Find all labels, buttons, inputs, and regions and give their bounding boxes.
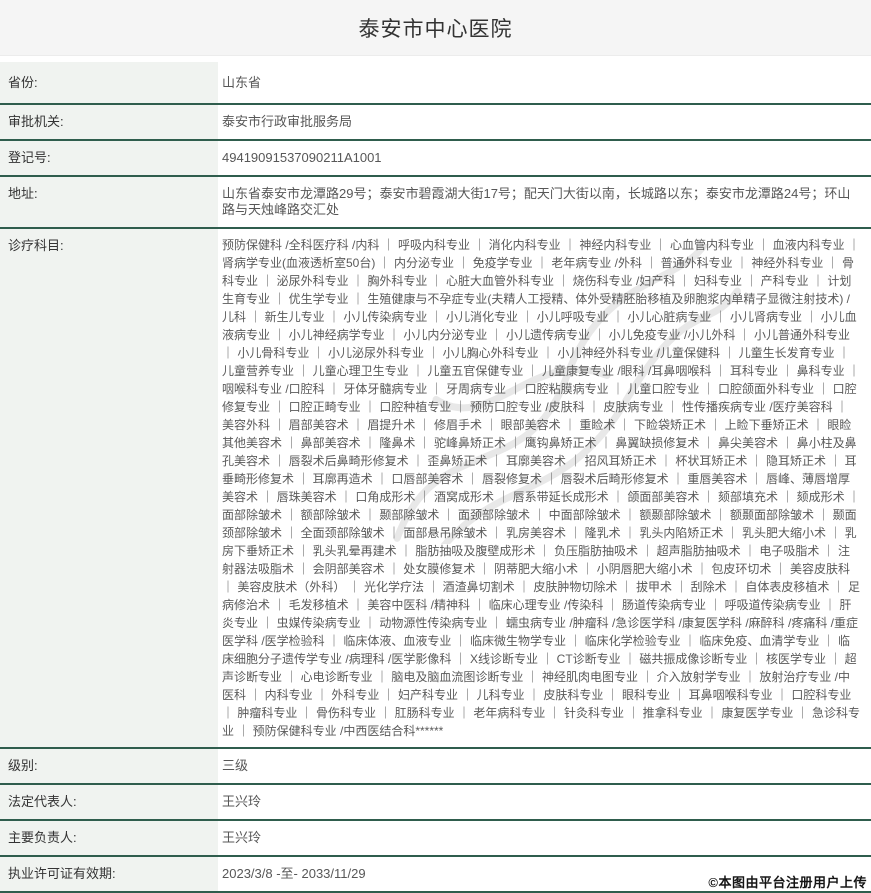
legal-representative-label: 法定代表人: [0,785,218,819]
registration-number-value: 49419091537090211A1001 [218,141,871,175]
row-level: 级别: 三级 [0,749,871,785]
person-in-charge-value: 王兴玲 [218,821,871,855]
row-address: 地址: 山东省泰安市龙潭路29号；泰安市碧霞湖大街17号；配天门大街以南，长城路… [0,177,871,229]
address-value: 山东省泰安市龙潭路29号；泰安市碧霞湖大街17号；配天门大街以南，长城路以东；泰… [218,177,871,227]
row-province: 省份: 山东省 [0,62,871,105]
province-label: 省份: [0,62,218,103]
page-title: 泰安市中心医院 [359,13,513,43]
copyright-stamp: ©本图由平台注册用户上传 [708,872,867,891]
legal-representative-value: 王兴玲 [218,785,871,819]
row-approval-authority: 审批机关: 泰安市行政审批服务局 [0,105,871,141]
row-medical-subjects: 诊疗科目: 预防保健科 /全科医疗科 /内科 ｜ 呼吸内科专业 ｜ 消化内科专业… [0,229,871,749]
medical-subjects-label: 诊疗科目: [0,229,218,747]
level-value: 三级 [218,749,871,783]
level-label: 级别: [0,749,218,783]
approval-authority-label: 审批机关: [0,105,218,139]
person-in-charge-label: 主要负责人: [0,821,218,855]
medical-subjects-value: 预防保健科 /全科医疗科 /内科 ｜ 呼吸内科专业 ｜ 消化内科专业 ｜ 神经内… [218,229,871,747]
license-validity-label: 执业许可证有效期: [0,857,218,891]
registration-number-label: 登记号: [0,141,218,175]
address-label: 地址: [0,177,218,227]
row-person-in-charge: 主要负责人: 王兴玲 [0,821,871,857]
approval-authority-value: 泰安市行政审批服务局 [218,105,871,139]
row-registration-number: 登记号: 49419091537090211A1001 [0,141,871,177]
row-legal-representative: 法定代表人: 王兴玲 [0,785,871,821]
hospital-info-table: 省份: 山东省 审批机关: 泰安市行政审批服务局 登记号: 4941909153… [0,62,871,893]
page-header: 泰安市中心医院 [0,0,871,56]
province-value: 山东省 [218,62,871,103]
